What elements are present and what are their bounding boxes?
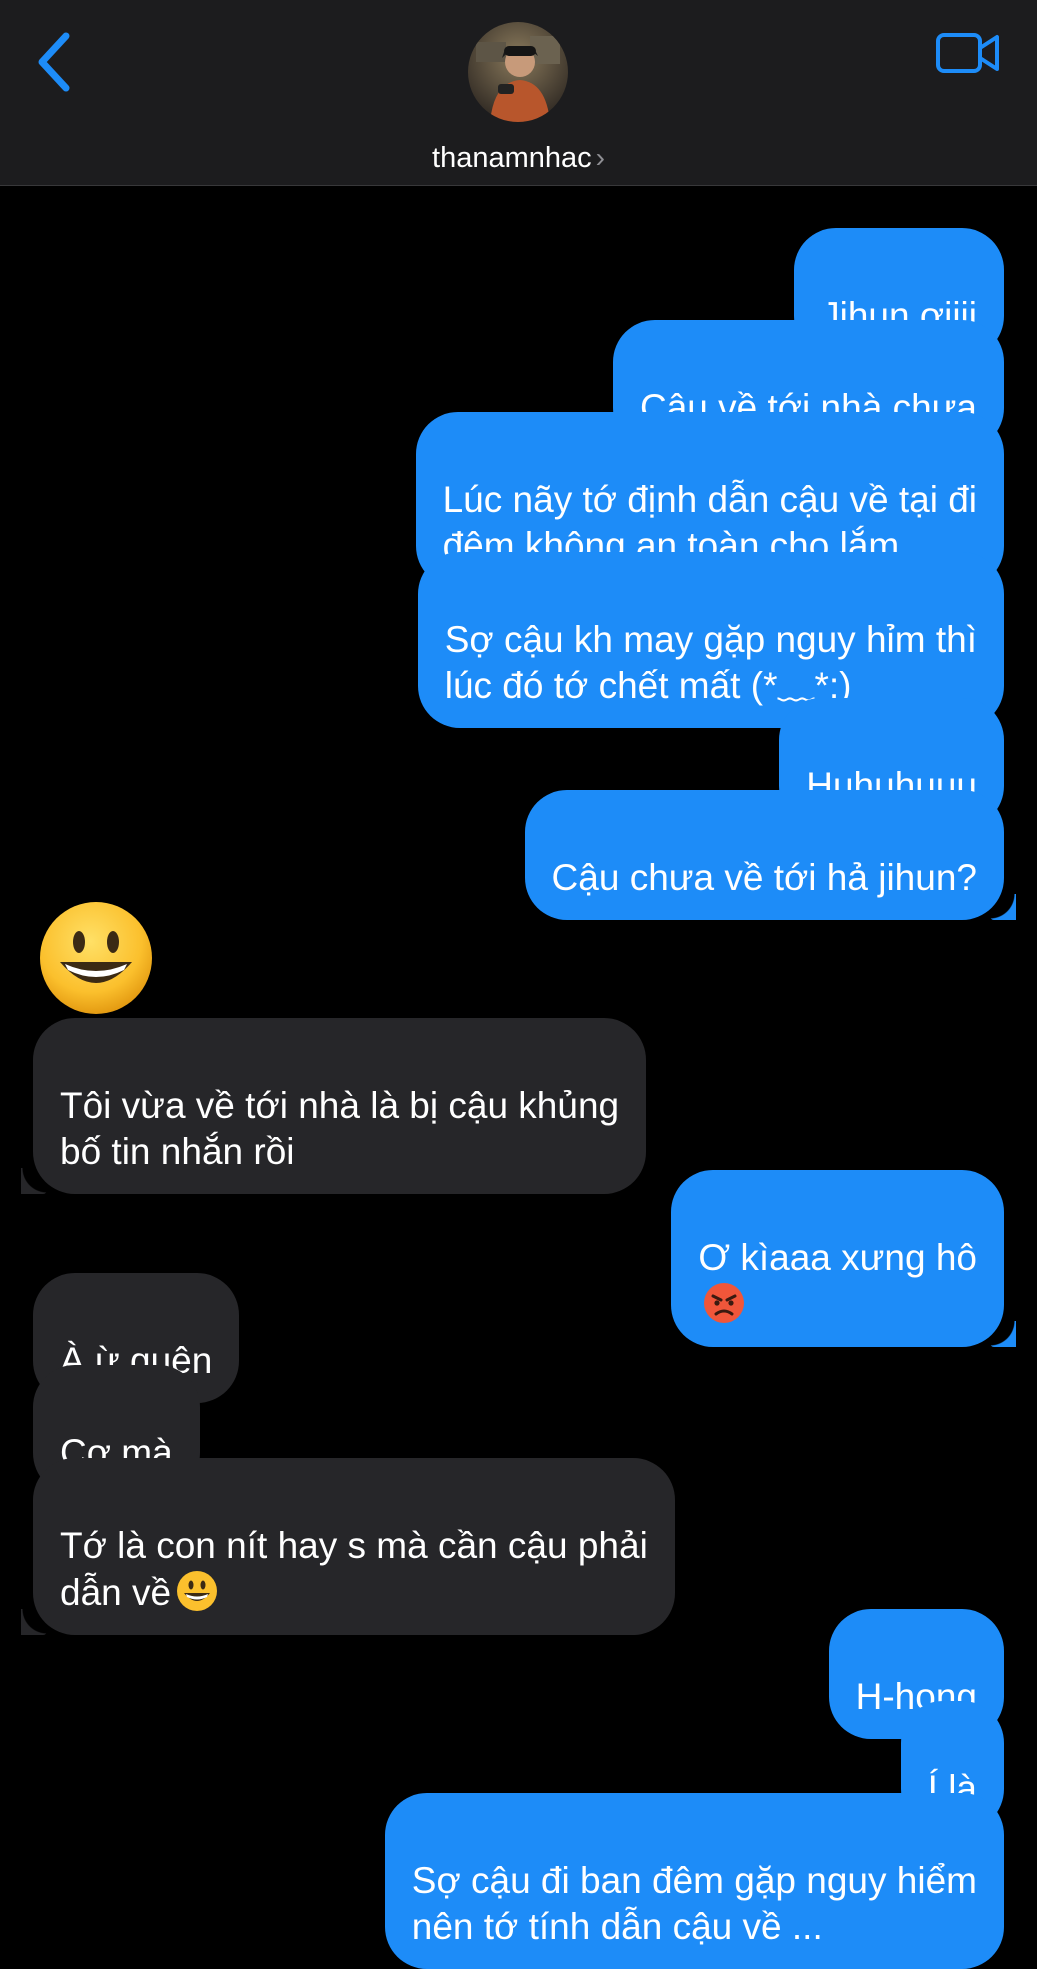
message-text: Tôi vừa về tới nhà là bị cậu khủng bố ti… (60, 1085, 620, 1172)
sent-message[interactable]: Cậu chưa về tới hả jihun? (524, 790, 1017, 920)
contact-name[interactable]: thanamnhac › (0, 140, 1037, 176)
chevron-right-icon: › (595, 142, 605, 173)
message-text: Ơ kìaaa xưng hô (698, 1237, 977, 1278)
received-message[interactable]: Tôi vừa về tới nhà là bị cậu khủng bố ti… (20, 1018, 647, 1194)
angry-face-emoji (704, 1283, 745, 1323)
smiling-face-emoji (40, 902, 152, 1014)
video-camera-icon (936, 33, 999, 73)
smiling-face-emoji (177, 1571, 218, 1611)
back-button[interactable] (32, 30, 82, 94)
received-message[interactable]: Tớ là con nít hay s mà cần cậu phải dẫn … (21, 1458, 675, 1635)
message-text: Tớ là con nít hay s mà cần cậu phải dẫn … (60, 1525, 648, 1613)
message-text: Cậu chưa về tới hả jihun? (551, 857, 977, 898)
sent-message[interactable]: Ơ kìaaa xưng hô (671, 1170, 1016, 1347)
conversation-header: thanamnhac › (0, 0, 1037, 186)
avatar-photo (468, 22, 568, 122)
sent-message[interactable]: Sợ cậu đi ban đêm gặp nguy hiểm nên tớ t… (384, 1793, 1004, 1969)
message-text: Sợ cậu đi ban đêm gặp nguy hiểm nên tớ t… (411, 1860, 977, 1947)
received-emoji-message[interactable] (38, 900, 154, 1016)
message-list[interactable]: Jihun ơiiii Cậu về tới nhà chưa Lúc nãy … (0, 186, 1037, 1969)
contact-name-text: thanamnhac (432, 142, 592, 174)
contact-avatar[interactable] (468, 22, 568, 122)
chevron-left-icon (38, 32, 70, 92)
video-call-button[interactable] (935, 30, 1001, 76)
message-text: Sợ cậu kh may gặp nguy hỉm thì lúc đó tớ… (444, 619, 977, 706)
